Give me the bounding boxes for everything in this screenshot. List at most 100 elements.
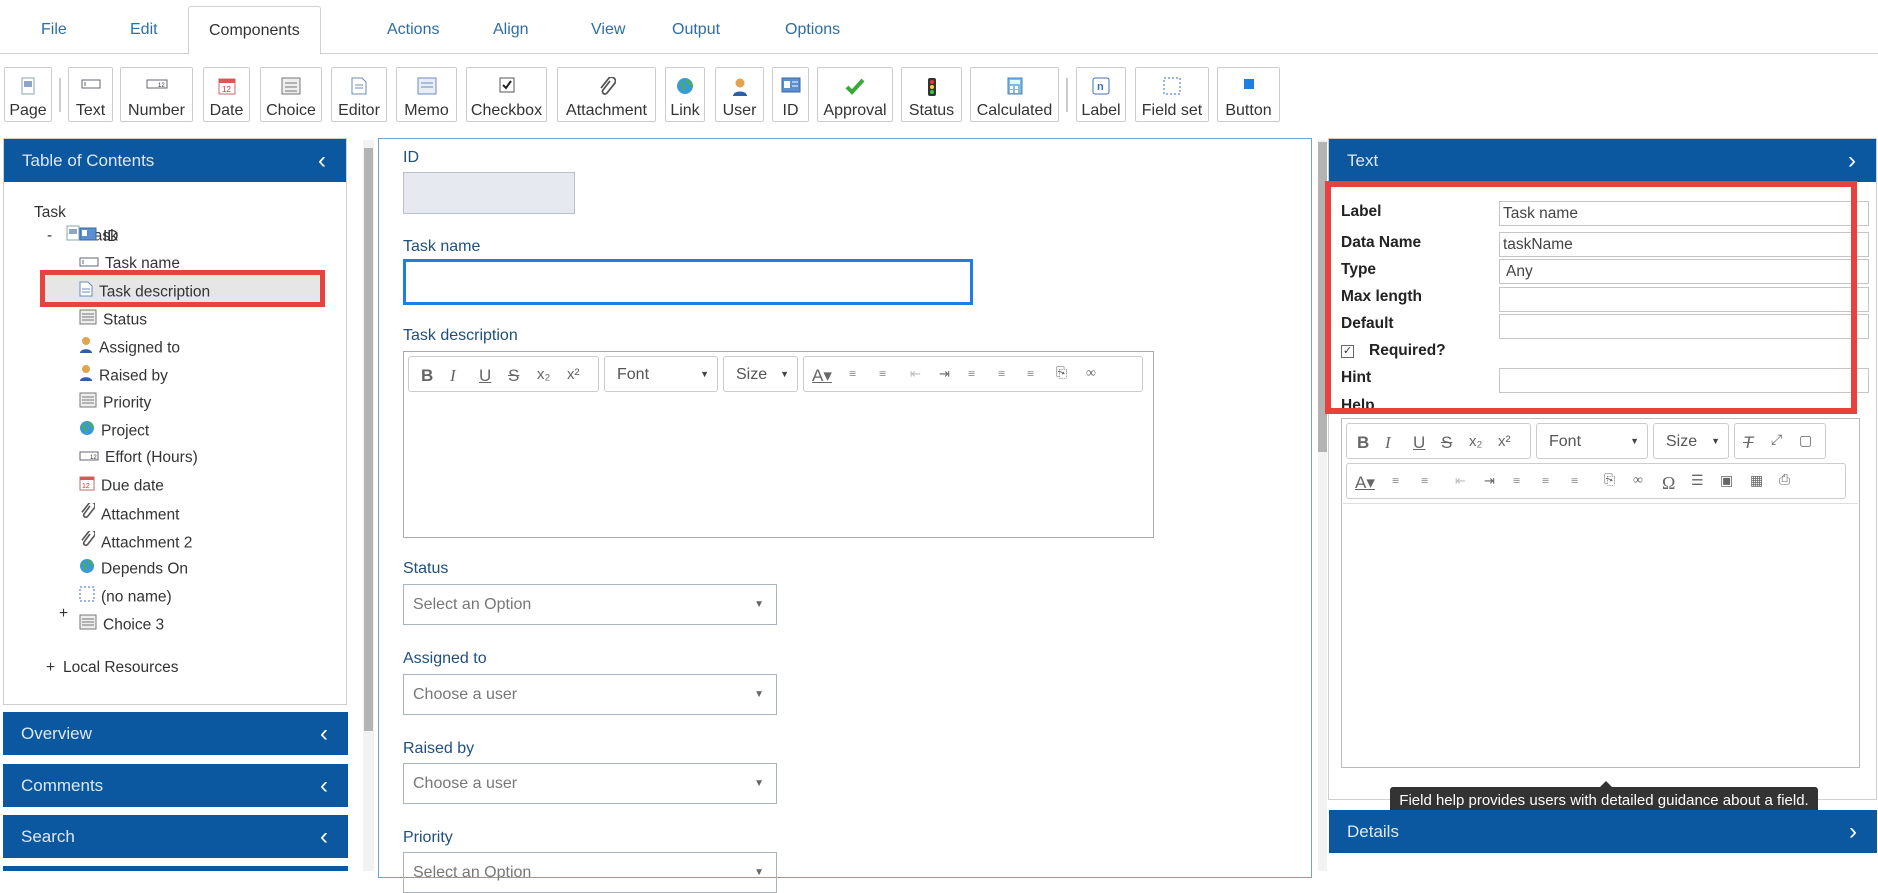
tree-expand-toggle[interactable]: + (46, 657, 55, 679)
task-name-input[interactable] (403, 259, 973, 305)
size-select[interactable]: Size ▼ (723, 356, 798, 392)
tree-item[interactable]: Attachment (79, 501, 179, 525)
italic-icon[interactable]: I (450, 366, 456, 386)
tab-edit[interactable]: Edit (110, 6, 178, 55)
properties-header[interactable]: Text › (1329, 139, 1876, 182)
memo-button[interactable]: Memo (396, 67, 457, 122)
maximize-icon[interactable]: ⤢ (1771, 433, 1782, 449)
table-icon[interactable]: ▦ (1750, 473, 1763, 490)
align-right-icon[interactable]: ≡ (1027, 366, 1034, 382)
id-button[interactable]: ID (772, 67, 809, 122)
link-icon[interactable]: ∞ (1633, 473, 1643, 489)
source-icon[interactable]: ▢ (1799, 433, 1812, 450)
superscript-icon[interactable]: x² (1498, 433, 1511, 450)
status-button[interactable]: Status (901, 67, 962, 122)
align-center-icon[interactable]: ≡ (1542, 473, 1549, 489)
page-button[interactable]: Page (4, 67, 52, 122)
search-panel-header[interactable]: Search ‹ (3, 815, 348, 858)
font-select[interactable]: Font ▼ (1536, 423, 1648, 459)
tab-view[interactable]: View (571, 6, 645, 55)
overview-panel-header[interactable]: Overview ‹ (3, 712, 348, 755)
numbered-list-icon[interactable]: ≡ (849, 366, 856, 382)
tab-align[interactable]: Align (473, 6, 549, 55)
underline-icon[interactable]: U (479, 366, 491, 386)
help-editor-body[interactable] (1343, 503, 1858, 767)
chevron-left-icon[interactable]: ‹ (318, 139, 326, 182)
tree-item[interactable]: ID (79, 226, 119, 248)
status-select[interactable]: Select an Option ▼ (403, 584, 777, 625)
approval-button[interactable]: Approval (817, 67, 893, 122)
number-button[interactable]: 12 Number (120, 67, 193, 122)
assigned-to-select[interactable]: Choose a user ▼ (403, 674, 777, 715)
size-select[interactable]: Size ▼ (1653, 423, 1729, 459)
chevron-left-icon[interactable]: ‹ (320, 764, 328, 807)
tree-item[interactable]: Attachment 2 (79, 529, 192, 553)
image-icon[interactable]: ▣ (1720, 473, 1733, 490)
details-panel-header[interactable]: Details › (1329, 810, 1877, 853)
indent-icon[interactable]: ⇥ (1484, 473, 1495, 489)
chevron-right-icon[interactable]: › (1848, 139, 1856, 182)
button-button[interactable]: Button (1217, 67, 1280, 122)
indent-icon[interactable]: ⇥ (939, 366, 950, 382)
tab-options[interactable]: Options (765, 6, 860, 55)
tree-item[interactable]: (no name) (79, 586, 172, 608)
fieldset-button[interactable]: Field set (1135, 67, 1209, 122)
date-button[interactable]: 12 Date (203, 67, 250, 122)
bold-icon[interactable]: B (1357, 433, 1369, 453)
special-character-icon[interactable]: Ω (1662, 473, 1675, 494)
italic-icon[interactable]: I (1385, 433, 1391, 453)
calculated-button[interactable]: Calculated (970, 67, 1059, 122)
tab-output[interactable]: Output (652, 6, 740, 55)
text-color-icon[interactable]: A▾ (1355, 473, 1375, 493)
align-left-icon[interactable]: ≡ (968, 366, 975, 382)
tab-components[interactable]: Components (188, 6, 321, 55)
tree-node-local-resources[interactable]: Local Resources (63, 657, 178, 679)
tree-root[interactable]: Task (34, 202, 66, 224)
tab-actions[interactable]: Actions (367, 6, 459, 55)
tab-file[interactable]: File (21, 6, 87, 55)
bullet-list-icon[interactable]: ≡ (1421, 473, 1428, 489)
label-button[interactable]: n Label (1076, 67, 1126, 122)
subscript-icon[interactable]: x₂ (1469, 433, 1482, 450)
scrollbar-thumb[interactable] (364, 148, 373, 731)
tree-item[interactable]: Choice 3 (79, 614, 164, 636)
link-button[interactable]: Link (665, 67, 705, 122)
editor-button[interactable]: Editor (331, 67, 387, 122)
strikethrough-icon[interactable]: S (508, 366, 519, 386)
font-select[interactable]: Font ▼ (604, 356, 718, 392)
tree-item[interactable]: Task description (79, 281, 210, 303)
link-icon[interactable]: ∞ (1086, 366, 1096, 382)
tree-item[interactable]: Project (79, 420, 149, 442)
tree-item[interactable]: Task name (79, 253, 180, 275)
help-editor[interactable]: B I U S x₂ x² Font ▼ Size ▼ T ⤢ ▢ A▾ ≡ ≡… (1341, 418, 1860, 768)
align-center-icon[interactable]: ≡ (998, 366, 1005, 382)
align-left-icon[interactable]: ≡ (1513, 473, 1520, 489)
tree-item[interactable]: Assigned to (79, 336, 180, 358)
toc-header[interactable]: Table of Contents ‹ (4, 139, 346, 182)
chevron-right-icon[interactable]: › (1849, 810, 1857, 853)
subscript-icon[interactable]: x₂ (537, 366, 550, 383)
clear-format-icon[interactable]: T (1743, 433, 1753, 453)
tree-item[interactable]: 12 Effort (Hours) (79, 447, 198, 469)
raised-by-select[interactable]: Choose a user ▼ (403, 763, 777, 804)
comments-panel-header[interactable]: Comments ‹ (3, 764, 348, 807)
text-button[interactable]: Text (68, 67, 113, 122)
tree-item[interactable]: 12 Due date (79, 475, 164, 497)
text-color-icon[interactable]: A▾ (812, 366, 832, 386)
tree-item[interactable]: Priority (79, 392, 151, 414)
attachment-button[interactable]: Attachment (557, 67, 656, 122)
outdent-icon[interactable]: ⇤ (910, 366, 921, 382)
bold-icon[interactable]: B (421, 366, 433, 386)
priority-select[interactable]: Select an Option ▼ (403, 852, 777, 893)
chevron-left-icon[interactable]: ‹ (320, 815, 328, 858)
task-description-editor[interactable]: B I U S x₂ x² Font ▼ Size ▼ A▾ ≡ ≡ ⇤ ⇥ ≡… (403, 351, 1154, 538)
bullet-list-icon[interactable]: ≡ (879, 366, 886, 382)
paste-icon[interactable]: ⎘ (1604, 473, 1615, 489)
checkbox-button[interactable]: Checkbox (466, 67, 547, 122)
chevron-left-icon[interactable]: ‹ (320, 712, 328, 755)
user-button[interactable]: User (715, 67, 764, 122)
choice-button[interactable]: Choice (260, 67, 322, 122)
tree-expand-toggle[interactable]: + (59, 603, 68, 625)
tree-item[interactable]: Depends On (79, 558, 188, 580)
align-right-icon[interactable]: ≡ (1571, 473, 1578, 489)
